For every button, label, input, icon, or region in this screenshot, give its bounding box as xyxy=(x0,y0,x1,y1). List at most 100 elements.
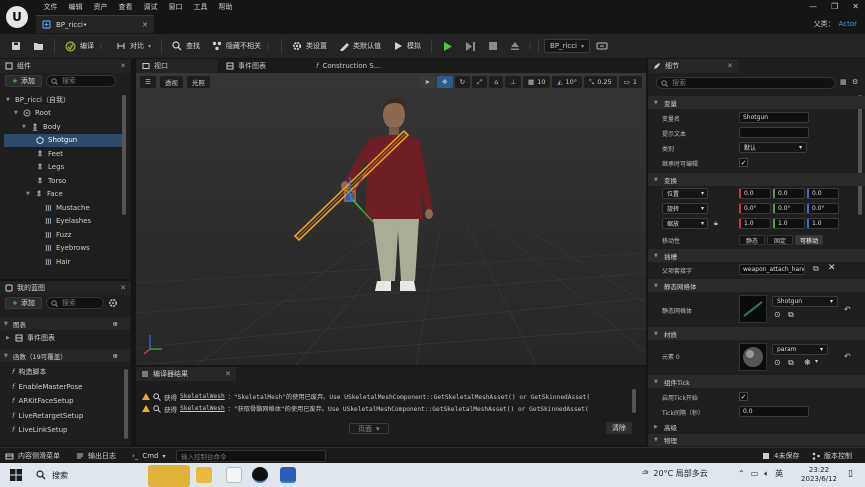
tree-item-shotgun[interactable]: Shotgun xyxy=(4,133,124,147)
section-advanced[interactable]: ▶ 高级 xyxy=(648,420,865,433)
event-graph-tab[interactable]: 事件图表 xyxy=(218,59,310,73)
use-selected-icon[interactable]: ⊙ xyxy=(774,310,781,319)
notification-icon[interactable]: ▯ xyxy=(848,469,853,479)
menu-window[interactable]: 窗口 xyxy=(163,2,188,13)
gear-icon[interactable] xyxy=(108,298,118,308)
components-tab[interactable]: 组件 ✕ xyxy=(0,59,131,73)
menu-file[interactable]: 文件 xyxy=(38,2,63,13)
tree-item-eyebrows[interactable]: Eyebrows xyxy=(4,242,124,256)
expand-arrow-icon[interactable]: ▼ xyxy=(654,331,659,337)
expand-arrow-icon[interactable]: ▼ xyxy=(654,379,659,385)
simulate-button[interactable]: 模拟 xyxy=(388,36,426,56)
rotate-mode-button[interactable]: ↻ xyxy=(454,76,471,88)
diff-button[interactable]: 对比 ▾ xyxy=(111,36,156,56)
debug-object-select[interactable]: BP_ricci ▾ xyxy=(544,39,591,53)
menu-help[interactable]: 帮助 xyxy=(213,2,238,13)
my-blueprint-tab[interactable]: 我的蓝图 ✕ xyxy=(0,281,131,295)
compiler-results-tab[interactable]: 编译器结果 ✕ xyxy=(136,367,236,381)
more-options-icon[interactable]: ⋮ xyxy=(98,43,104,50)
close-icon[interactable]: ✕ xyxy=(120,62,126,70)
expand-arrow-icon[interactable]: ▼ xyxy=(654,283,659,289)
stop-button[interactable] xyxy=(483,36,503,56)
clear-button[interactable]: 清除 xyxy=(606,422,632,434)
lock-icon[interactable]: 🔒︎ xyxy=(714,219,718,228)
input-language[interactable]: 英 xyxy=(775,468,783,479)
expand-arrow-icon[interactable]: ▶ xyxy=(654,424,659,430)
graphs-category[interactable]: ▼ 图表 ⊕ xyxy=(0,317,130,330)
scale-z-input[interactable]: 1.0 xyxy=(807,218,839,229)
add-function-icon[interactable]: ⊕ xyxy=(113,352,118,360)
expand-arrow-icon[interactable]: ▼ xyxy=(26,191,31,197)
static-mesh-select[interactable]: Shotgun ▾ xyxy=(772,296,838,307)
tree-item-feet[interactable]: Feet xyxy=(4,147,124,161)
expand-arrow-icon[interactable]: ▼ xyxy=(4,321,9,327)
search-icon[interactable] xyxy=(153,404,161,413)
function-item[interactable]: f EnableMasterPose xyxy=(0,380,125,395)
clear-icon[interactable]: ✕ xyxy=(828,263,836,273)
construction-script-tab[interactable]: f Construction S... xyxy=(310,59,398,73)
scale-x-input[interactable]: 1.0 xyxy=(739,218,771,229)
tree-item-hair[interactable]: Hair xyxy=(4,255,124,269)
compile-button[interactable]: 编译 ⋮ xyxy=(60,36,109,56)
search-highlight-image[interactable] xyxy=(148,465,190,487)
function-item[interactable]: f LiveRetargetSetup xyxy=(0,409,125,424)
section-static-mesh[interactable]: ▼ 静态网格体 xyxy=(648,279,865,292)
section-variable[interactable]: ▼ 变量 xyxy=(648,96,865,109)
expand-arrow-icon[interactable]: ▼ xyxy=(654,100,659,106)
scale-mode-select[interactable]: 缩放 ▾ xyxy=(662,218,708,229)
rotation-y-input[interactable]: 0.0° xyxy=(773,203,805,214)
scale-mode-button[interactable]: ⤢ xyxy=(472,76,488,88)
source-control-button[interactable]: 版本控制 xyxy=(812,450,852,462)
function-item[interactable]: f ARKitFaceSetup xyxy=(0,394,125,409)
coordinate-space-button[interactable]: ⌂ xyxy=(489,76,504,88)
rotation-z-input[interactable]: 0.0° xyxy=(807,203,839,214)
editable-checkbox[interactable]: ✓ xyxy=(739,158,748,167)
parent-socket-input[interactable]: weapon_attach_hand_r xyxy=(739,264,805,275)
search-icon[interactable] xyxy=(153,392,161,401)
my-blueprint-search-input[interactable]: 搜索 xyxy=(45,297,104,309)
weather-widget[interactable]: ⛅︎ 20°C 局部多云 xyxy=(642,468,708,479)
blueprint-document-tab[interactable]: BP_ricci• ✕ xyxy=(36,15,154,33)
browse-icon[interactable]: ⧉ xyxy=(788,358,794,368)
details-tab[interactable]: 细节 ✕ xyxy=(648,59,738,73)
scrollbar[interactable] xyxy=(858,95,862,215)
browse-button[interactable] xyxy=(28,36,49,56)
document-app-icon[interactable] xyxy=(226,467,242,483)
save-button[interactable] xyxy=(6,36,26,56)
tree-item-torso[interactable]: Torso xyxy=(4,174,124,188)
class-defaults-button[interactable]: 类默认值 xyxy=(334,36,386,56)
function-item[interactable]: f 构造脚本 xyxy=(0,365,125,380)
section-physics[interactable]: ▼ 物理 xyxy=(648,434,865,446)
close-window-icon[interactable]: ✕ xyxy=(852,2,859,11)
functions-category[interactable]: ▼ 函数（19可覆盖） ⊕ xyxy=(0,349,130,362)
log-node-link[interactable]: SkeletalWesh xyxy=(180,393,225,400)
unreal-taskbar-icon[interactable] xyxy=(252,467,268,483)
expand-arrow-icon[interactable]: ▶ xyxy=(6,335,11,341)
category-select[interactable]: 默认 ▾ xyxy=(739,142,807,153)
mobility-static-button[interactable]: 静态 xyxy=(739,235,765,245)
components-search-input[interactable]: 搜索 xyxy=(45,75,116,87)
maximize-icon[interactable]: ❐ xyxy=(831,2,838,11)
material-thumbnail[interactable] xyxy=(739,343,767,371)
debug-filter-icon[interactable] xyxy=(596,41,608,51)
expand-arrow-icon[interactable]: ▼ xyxy=(14,110,19,116)
find-button[interactable]: 查找 xyxy=(167,36,205,56)
section-transform[interactable]: ▼ 变换 xyxy=(648,173,865,186)
chevron-down-icon[interactable]: ▾ xyxy=(815,358,818,365)
rotation-snap-button[interactable]: ◭ 10° xyxy=(552,76,583,88)
tree-item-face[interactable]: ▼ Face xyxy=(4,188,124,202)
viewport[interactable]: ☰ 透视 光照 ➤ ✥ ↻ ⤢ ⌂ ⊥ ▦ 10 ◭ 10° ⤡ 0.25 ▭ … xyxy=(136,73,646,365)
perspective-button[interactable]: 透视 xyxy=(159,76,183,88)
select-mode-button[interactable]: ➤ xyxy=(419,76,436,88)
clock[interactable]: 23:22 2023/6/12 xyxy=(798,466,840,484)
reset-icon[interactable]: ↶ xyxy=(844,305,851,314)
tree-item-fuzz[interactable]: Fuzz xyxy=(4,228,124,242)
more-options-icon[interactable]: ⋮ xyxy=(527,43,533,50)
expand-arrow-icon[interactable]: ▼ xyxy=(654,177,659,183)
lit-button[interactable]: 光照 xyxy=(186,76,210,88)
unreal-logo-icon[interactable]: U xyxy=(6,6,28,28)
location-y-input[interactable]: 0.0 xyxy=(773,188,805,199)
viewport-menu-button[interactable]: ☰ xyxy=(140,76,156,88)
reset-icon[interactable]: ↶ xyxy=(844,352,851,361)
scale-snap-button[interactable]: ⤡ 0.25 xyxy=(584,76,617,88)
